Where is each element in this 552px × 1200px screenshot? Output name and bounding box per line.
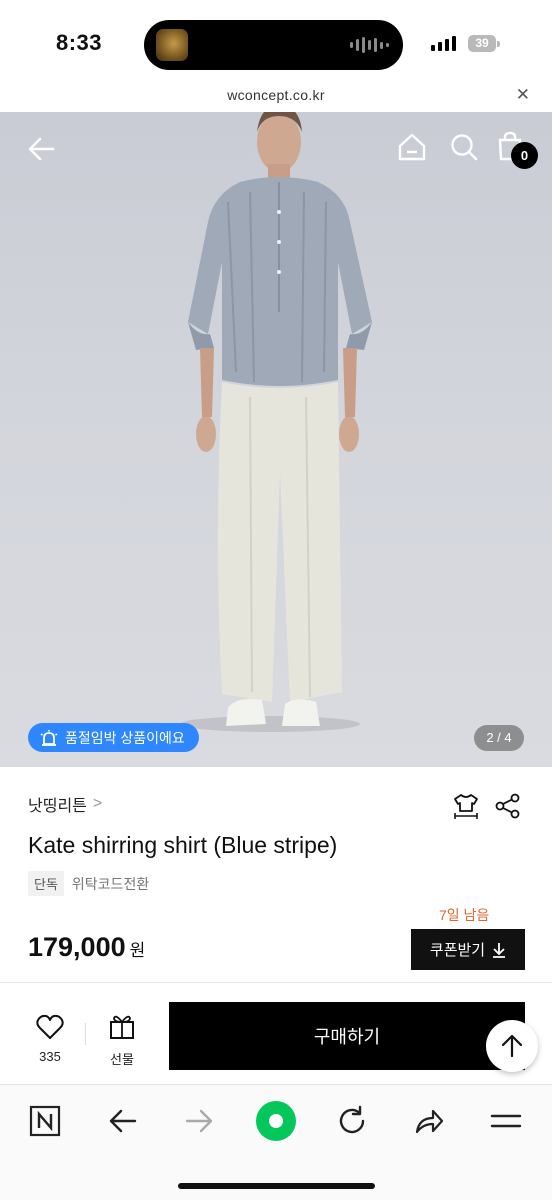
now-playing-thumbnail [156, 29, 188, 61]
chevron-right-icon: > [92, 795, 103, 812]
price-value: 179,000 [28, 932, 126, 962]
url-text[interactable]: wconcept.co.kr [0, 87, 552, 103]
status-bar: 8:33 39 [0, 0, 552, 84]
arrow-up-icon [501, 1034, 523, 1058]
brand-name[interactable]: 낫띵리튼 [28, 792, 87, 816]
product-tags: 단독 위탁코드전환 [28, 871, 149, 896]
price-currency: 원 [129, 941, 146, 960]
cellular-signal-icon [431, 36, 456, 51]
model-photo [180, 112, 372, 732]
share-icon[interactable] [413, 1105, 445, 1137]
green-home-icon[interactable] [255, 1100, 297, 1142]
size-guide-icon[interactable] [452, 792, 480, 820]
menu-icon[interactable] [490, 1105, 522, 1137]
product-image[interactable]: 0 품절임박 상품이에요 2 / 4 [0, 112, 552, 767]
gift-icon [110, 1015, 134, 1039]
like-button[interactable]: 335 [30, 1014, 70, 1064]
share-icon[interactable] [494, 792, 522, 820]
product-title: Kate shirring shirt (Blue stripe) [28, 832, 338, 858]
price: 179,000 원 [28, 932, 145, 963]
search-icon[interactable] [449, 132, 479, 162]
battery-cap [497, 41, 500, 47]
forward-icon[interactable] [183, 1105, 215, 1137]
back-arrow-icon[interactable] [26, 134, 56, 164]
download-icon [493, 942, 506, 958]
coupon-download-button[interactable]: 쿠폰받기 [411, 929, 525, 970]
cart-count-badge[interactable]: 0 [511, 142, 538, 169]
gift-button[interactable]: 선물 [102, 1014, 142, 1068]
like-count: 335 [39, 1049, 61, 1064]
status-time: 8:33 [56, 30, 103, 55]
action-separator [85, 1023, 86, 1045]
close-icon[interactable]: ✕ [516, 85, 530, 105]
scroll-top-button[interactable] [486, 1020, 538, 1072]
coupon-days-left: 7일 남음 [439, 907, 490, 923]
browser-toolbar [0, 1084, 552, 1200]
alarm-light-icon [40, 729, 58, 746]
low-stock-text: 품절임박 상품이에요 [65, 729, 185, 746]
gift-label: 선물 [110, 1052, 134, 1067]
exclusive-tag: 단독 [28, 871, 64, 896]
brand-link[interactable]: 낫띵리튼 > [28, 792, 102, 816]
url-bar[interactable]: wconcept.co.kr ✕ [0, 84, 552, 112]
battery-icon: 39 [468, 35, 496, 52]
audio-wave-icon [350, 37, 389, 53]
naver-n-icon[interactable] [29, 1105, 61, 1137]
code-tag: 위탁코드전환 [71, 875, 150, 892]
hero-header: 0 [0, 112, 552, 192]
home-indicator [178, 1183, 375, 1189]
dynamic-island[interactable] [144, 20, 403, 70]
back-icon[interactable] [107, 1105, 139, 1137]
divider [0, 982, 552, 983]
low-stock-notice: 품절임박 상품이에요 [28, 723, 199, 752]
image-page-indicator: 2 / 4 [474, 725, 524, 751]
refresh-icon[interactable] [336, 1105, 368, 1137]
heart-icon [36, 1014, 64, 1039]
coupon-button-label: 쿠폰받기 [429, 942, 486, 959]
buy-button[interactable]: 구매하기 [169, 1002, 525, 1070]
home-icon[interactable] [397, 132, 427, 162]
